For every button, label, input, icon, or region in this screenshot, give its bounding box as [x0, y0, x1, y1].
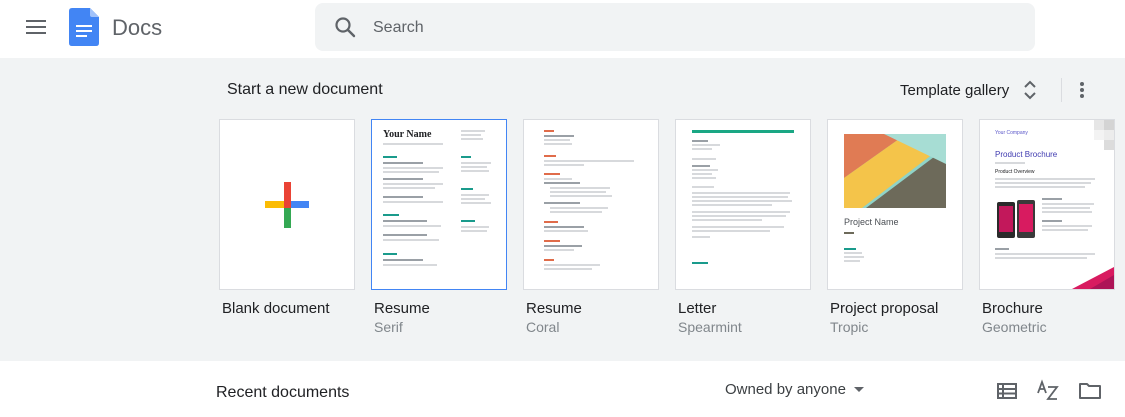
preview-heading: Product Brochure [995, 150, 1058, 159]
template-gallery-button[interactable]: Template gallery [900, 76, 1039, 104]
template-card-letter[interactable]: Letter Spearmint [675, 119, 811, 336]
search-input[interactable] [371, 3, 1015, 53]
recent-documents-title: Recent documents [216, 384, 350, 401]
tropic-artwork [844, 134, 946, 208]
template-card-resume-serif[interactable]: Your Name Resume Serif [371, 119, 507, 336]
template-thumbnail[interactable] [675, 119, 811, 290]
owner-filter-dropdown[interactable]: Owned by anyone [725, 381, 864, 398]
preview-heading: Project Name [844, 217, 899, 227]
template-card-blank[interactable]: Blank document [219, 119, 355, 318]
template-title: Letter [678, 300, 717, 317]
template-title: Project proposal [830, 300, 939, 317]
preview-name: Your Name [383, 129, 432, 140]
template-subtitle: Tropic [830, 319, 869, 335]
template-card-brochure[interactable]: Your Company Product Brochure Product Ov… [979, 119, 1115, 336]
sort-az-icon[interactable] [1036, 379, 1060, 403]
template-subtitle: Spearmint [678, 319, 742, 335]
list-view-icon[interactable] [995, 379, 1019, 403]
more-vert-icon [1080, 82, 1084, 98]
toolbar-divider [1061, 78, 1062, 102]
geometric-corner-artwork [1094, 120, 1114, 150]
template-title: Blank document [222, 300, 330, 317]
recent-documents-bar: Recent documents Owned by anyone [0, 361, 1125, 417]
more-options-button[interactable] [1072, 78, 1092, 102]
search-bar[interactable] [315, 3, 1035, 53]
app-header: Docs [0, 0, 1125, 56]
template-title: Resume [526, 300, 582, 317]
unfold-more-icon [1024, 80, 1036, 100]
chevron-down-icon [853, 387, 864, 392]
template-subtitle: Serif [374, 319, 403, 335]
template-gallery-label: Template gallery [900, 81, 1010, 99]
template-subtitle: Coral [526, 319, 560, 335]
app-title[interactable]: Docs [112, 14, 162, 42]
phone-image [995, 196, 1039, 242]
preview-section: Product Overview [995, 169, 1035, 175]
main-menu-button[interactable] [22, 13, 50, 41]
section-title: Start a new document [227, 81, 383, 98]
template-section: Start a new document Template gallery Bl… [0, 58, 1125, 361]
template-title: Brochure [982, 300, 1043, 317]
template-title: Resume [374, 300, 430, 317]
template-thumbnail[interactable]: Project Name [827, 119, 963, 290]
preview-company: Your Company [995, 130, 1028, 136]
template-thumbnail[interactable]: Your Company Product Brochure Product Ov… [979, 119, 1115, 290]
geometric-footer-artwork [1072, 267, 1114, 289]
template-card-project-proposal[interactable]: Project Name Project proposal Tropic [827, 119, 963, 336]
template-thumbnail[interactable] [523, 119, 659, 290]
template-thumbnail[interactable]: Your Name [371, 119, 507, 290]
template-card-resume-coral[interactable]: Resume Coral [523, 119, 659, 336]
owner-filter-label: Owned by anyone [725, 381, 846, 398]
template-subtitle: Geometric [982, 319, 1047, 335]
hamburger-menu-icon [26, 20, 46, 34]
folder-icon[interactable] [1078, 379, 1102, 403]
template-thumbnail[interactable] [219, 119, 355, 290]
plus-icon [265, 182, 309, 228]
docs-logo-icon[interactable] [69, 8, 99, 46]
search-icon[interactable] [333, 15, 357, 39]
